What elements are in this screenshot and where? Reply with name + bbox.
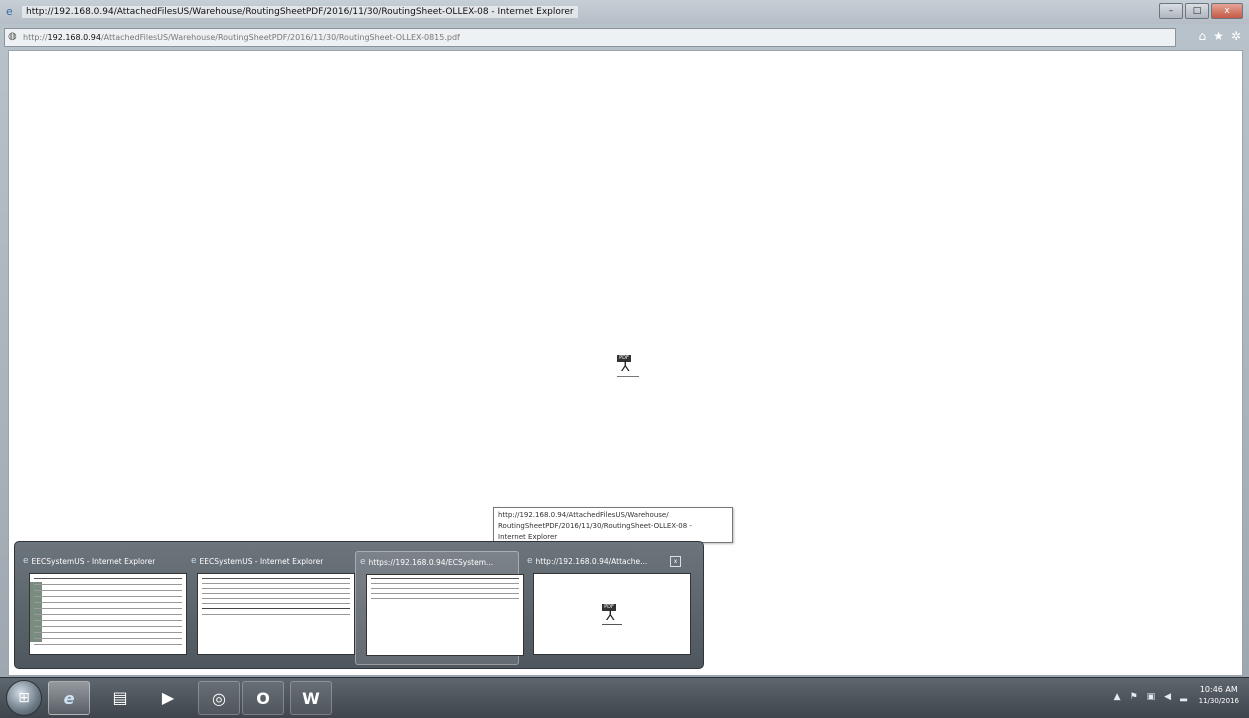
- action-center-flag-icon[interactable]: ⚑: [1130, 691, 1138, 703]
- home-icon[interactable]: ⌂: [1199, 29, 1207, 43]
- acrobat-icon: ⅄: [621, 359, 630, 375]
- tooltip-line-1: http://192.168.0.94/AttachedFilesUS/Ware…: [498, 511, 669, 519]
- page-icon: ◍: [8, 31, 17, 42]
- ie-icon: e: [360, 557, 366, 567]
- ie-icon: e: [191, 556, 197, 566]
- clock-time: 10:46 AM: [1199, 685, 1238, 694]
- chrome-icon: ◎: [212, 688, 226, 708]
- taskbar-outlook[interactable]: O: [242, 681, 284, 715]
- taskbar-word[interactable]: W: [290, 681, 332, 715]
- thumbnail-title: e EECSystemUS - Internet Explorer: [191, 554, 345, 568]
- sheet-rows: [367, 575, 523, 655]
- thumbnail-window-1[interactable]: e EECSystemUS - Internet Explorer: [19, 551, 187, 663]
- pdf-loading-icon: PDF ⅄: [617, 355, 639, 379]
- taskbar-clock[interactable]: 10:46 AM 11/30/2016: [1199, 684, 1239, 707]
- url-prefix: http://: [23, 32, 48, 42]
- thumbnail-label: EECSystemUS - Internet Explorer: [199, 556, 324, 566]
- ie-icon: e: [23, 556, 29, 566]
- thumbnail-preview: [29, 573, 187, 655]
- internet-explorer-icon: e: [63, 688, 75, 708]
- clock-date: 11/30/2016: [1198, 697, 1239, 705]
- window-controls: – □ x: [1159, 3, 1243, 19]
- thumbnail-tooltip: http://192.168.0.94/AttachedFilesUS/Ware…: [493, 507, 733, 543]
- thumbnail-title: e EECSystemUS - Internet Explorer: [23, 554, 177, 568]
- acrobat-icon: ⅄: [606, 608, 615, 624]
- volume-icon[interactable]: ◀: [1164, 691, 1171, 703]
- window-title: http://192.168.0.94/AttachedFilesUS/Ware…: [22, 6, 578, 18]
- system-tray: ▲ ⚑ ▣ ◀ ▂: [1114, 691, 1187, 703]
- thumbnail-label: http://192.168.0.94/Attache...: [535, 556, 648, 566]
- ie-icon: e: [527, 556, 533, 566]
- ie-icon: e: [6, 5, 13, 18]
- taskbar-internet-explorer[interactable]: e: [48, 681, 90, 715]
- media-player-icon: ▶: [161, 687, 175, 707]
- thumbnail-preview: PDF ⅄: [533, 573, 691, 655]
- sheet-rows: [198, 574, 354, 654]
- network-icon[interactable]: ▣: [1147, 691, 1156, 703]
- star-icon[interactable]: ★: [1213, 29, 1224, 43]
- thumbnail-window-2[interactable]: e EECSystemUS - Internet Explorer: [187, 551, 355, 663]
- sheet-rows: [30, 574, 186, 654]
- taskbar: ⊞ e ▤ ▶ ◎ O W ▲ ⚑ ▣ ◀ ▂ 10:46 AM 11/30/2…: [0, 677, 1249, 718]
- thumbnail-window-3[interactable]: e https://192.168.0.94/ECSystem...: [355, 551, 524, 665]
- url-path: /AttachedFilesUS/Warehouse/RoutingSheetP…: [100, 32, 460, 42]
- minimize-button[interactable]: –: [1159, 3, 1183, 19]
- maximize-button[interactable]: □: [1185, 3, 1209, 19]
- thumbnail-close-button[interactable]: x: [670, 555, 681, 567]
- address-url[interactable]: http://192.168.0.94/AttachedFilesUS/Ware…: [23, 33, 460, 42]
- thumbnail-window-4[interactable]: e http://192.168.0.94/Attache... x PDF ⅄: [523, 551, 691, 663]
- close-button[interactable]: x: [1211, 3, 1243, 19]
- gear-icon[interactable]: ✲: [1231, 29, 1241, 43]
- signal-icon[interactable]: ▂: [1180, 691, 1187, 703]
- pdf-underline: [602, 624, 622, 625]
- folder-icon: ▤: [112, 687, 128, 707]
- pdf-underline: [617, 376, 639, 377]
- taskbar-file-explorer[interactable]: ▤: [100, 681, 140, 713]
- title-bar[interactable]: e http://192.168.0.94/AttachedFilesUS/Wa…: [0, 0, 1249, 24]
- show-hidden-icons-icon[interactable]: ▲: [1114, 691, 1121, 703]
- thumbnail-label: https://192.168.0.94/ECSystem...: [368, 557, 494, 567]
- thumbnail-title: e http://192.168.0.94/Attache... x: [527, 554, 681, 568]
- pdf-thumbnail-icon: PDF ⅄: [602, 604, 622, 626]
- thumbnail-label: EECSystemUS - Internet Explorer: [31, 556, 156, 566]
- url-host: 192.168.0.94: [47, 32, 101, 42]
- outlook-icon: O: [256, 688, 270, 708]
- address-bar[interactable]: ◍ http://192.168.0.94/AttachedFilesUS/Wa…: [4, 27, 1176, 47]
- word-icon: W: [302, 688, 320, 708]
- windows-orb-icon[interactable]: ⊞: [6, 680, 42, 716]
- taskbar-thumbnail-flyout: e EECSystemUS - Internet Explorer e EECS…: [14, 541, 704, 669]
- thumbnail-preview: [197, 573, 355, 655]
- browser-toolbar: ⌂ ★ ✲: [1199, 29, 1241, 43]
- thumbnail-title: e https://192.168.0.94/ECSystem...: [360, 555, 514, 569]
- tooltip-line-2: RoutingSheetPDF/2016/11/30/RoutingSheet-…: [498, 522, 692, 530]
- thumbnail-preview: [366, 574, 524, 656]
- taskbar-chrome[interactable]: ◎: [198, 681, 240, 715]
- taskbar-media-player[interactable]: ▶: [148, 681, 188, 713]
- address-row: ◍ http://192.168.0.94/AttachedFilesUS/Wa…: [0, 26, 1249, 48]
